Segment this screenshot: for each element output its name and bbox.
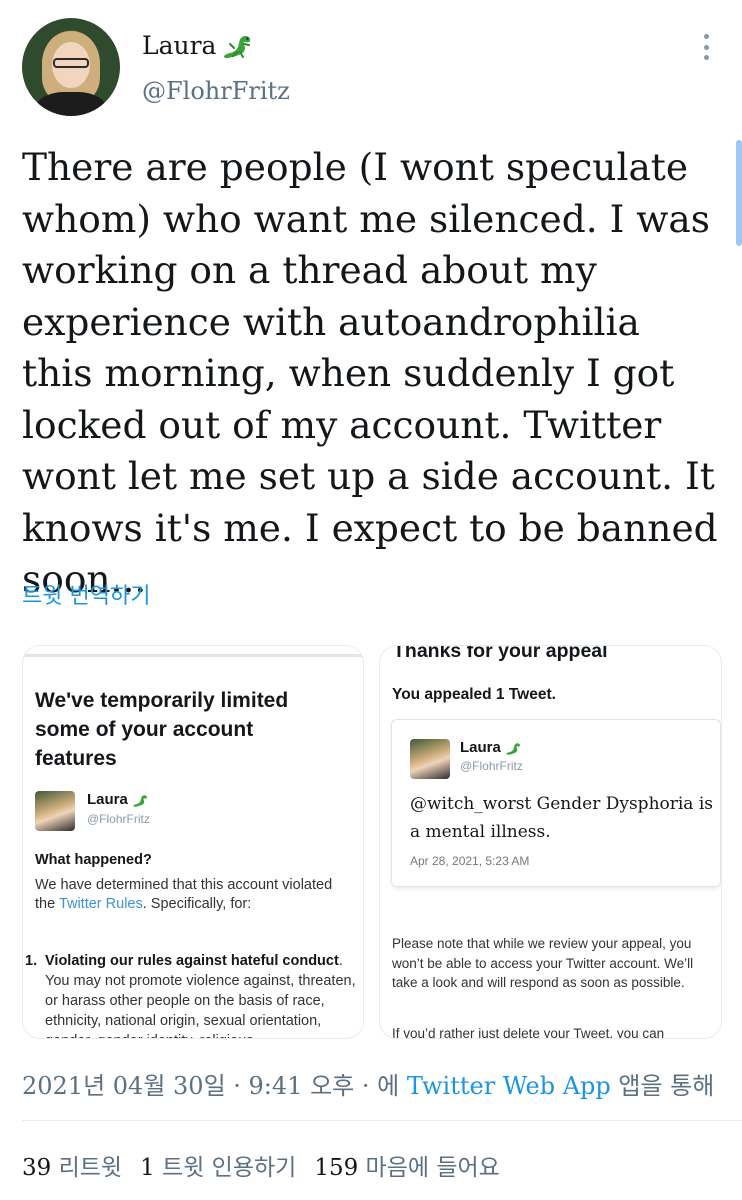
- retweets-count: 39: [22, 1155, 52, 1181]
- appeal-subtitle: You appealed 1 Tweet.: [392, 686, 556, 703]
- display-name-text[interactable]: Laura: [142, 31, 216, 60]
- retweets-stat[interactable]: 39 리트윗: [22, 1148, 122, 1182]
- source-app-link[interactable]: Twitter Web App: [407, 1072, 611, 1100]
- quoted-user-handle: @FlohrFritz: [460, 759, 523, 773]
- avatar[interactable]: [22, 18, 120, 116]
- appeal-note: Please note that while we review your ap…: [392, 936, 694, 990]
- scrollbar[interactable]: [736, 140, 742, 246]
- quotes-count: 1: [140, 1155, 155, 1181]
- tweet-stats: 39 리트윗 1 트윗 인용하기 159 마음에 들어요: [22, 1148, 500, 1182]
- what-happened-heading: What happened?: [35, 852, 152, 868]
- twitter-rules-link: Twitter Rules: [58, 896, 143, 912]
- lizard-emoji-icon: [505, 742, 520, 755]
- more-options-icon[interactable]: [700, 34, 712, 60]
- appeal-title: Thanks for your appeal: [393, 645, 608, 662]
- media-image-right[interactable]: Thanks for your appeal You appealed 1 Tw…: [379, 645, 722, 1039]
- translate-tweet-link[interactable]: 트윗 번역하기: [22, 578, 150, 610]
- via-text: 앱을 통해: [610, 1072, 715, 1100]
- divider: [23, 654, 363, 657]
- quoted-tweet-card: Laura @FlohrFritz @witch_worst Gender Dy…: [391, 719, 721, 887]
- hateful-conduct-link: hateful conduct: [230, 953, 339, 969]
- list-number: 1.: [25, 953, 38, 969]
- retweets-label: 리트윗: [58, 1155, 123, 1181]
- lizard-emoji-icon: [224, 35, 251, 59]
- user-handle[interactable]: @FlohrFritz: [142, 77, 290, 105]
- violation-summary: We have determined that this account vio…: [35, 877, 333, 912]
- notice-user-handle: @FlohrFritz: [87, 812, 150, 826]
- timestamp-text[interactable]: 2021년 04월 30일 · 9:41 오후 · 에: [22, 1072, 407, 1100]
- quoted-tweet-text: @witch_worst Gender Dysphoria is a menta…: [410, 794, 714, 842]
- appeal-delete-note: If you’d rather just delete your Tweet, …: [392, 1026, 665, 1039]
- notice-user-name-text: Laura: [87, 791, 128, 808]
- quoted-tweet-date: Apr 28, 2021, 5:23 AM: [410, 854, 530, 868]
- tweet-media: We've temporarily limited some of your a…: [22, 645, 722, 1039]
- lizard-emoji-icon: [132, 794, 147, 807]
- likes-stat[interactable]: 159 마음에 들어요: [314, 1148, 500, 1182]
- display-name[interactable]: Laura: [142, 30, 254, 60]
- tweet-header: Laura @FlohrFritz: [0, 0, 742, 130]
- likes-label: 마음에 들어요: [365, 1155, 500, 1181]
- quoted-user-name: Laura: [460, 739, 522, 756]
- avatar: [410, 739, 450, 779]
- quotes-stat[interactable]: 1 트윗 인용하기: [140, 1148, 296, 1182]
- divider: [22, 1120, 742, 1121]
- likes-count: 159: [314, 1155, 359, 1181]
- limited-notice-title: We've temporarily limited some of your a…: [35, 689, 289, 770]
- quotes-label: 트윗 인용하기: [162, 1155, 297, 1181]
- notice-user-name: Laura: [87, 791, 149, 808]
- avatar: [35, 791, 75, 831]
- tweet-text: There are people (I wont speculate whom)…: [22, 145, 730, 601]
- tweet-timestamp: 2021년 04월 30일 · 9:41 오후 · 에 Twitter Web …: [22, 1066, 714, 1101]
- quoted-user-name-text: Laura: [460, 739, 501, 756]
- media-image-left[interactable]: We've temporarily limited some of your a…: [22, 645, 364, 1039]
